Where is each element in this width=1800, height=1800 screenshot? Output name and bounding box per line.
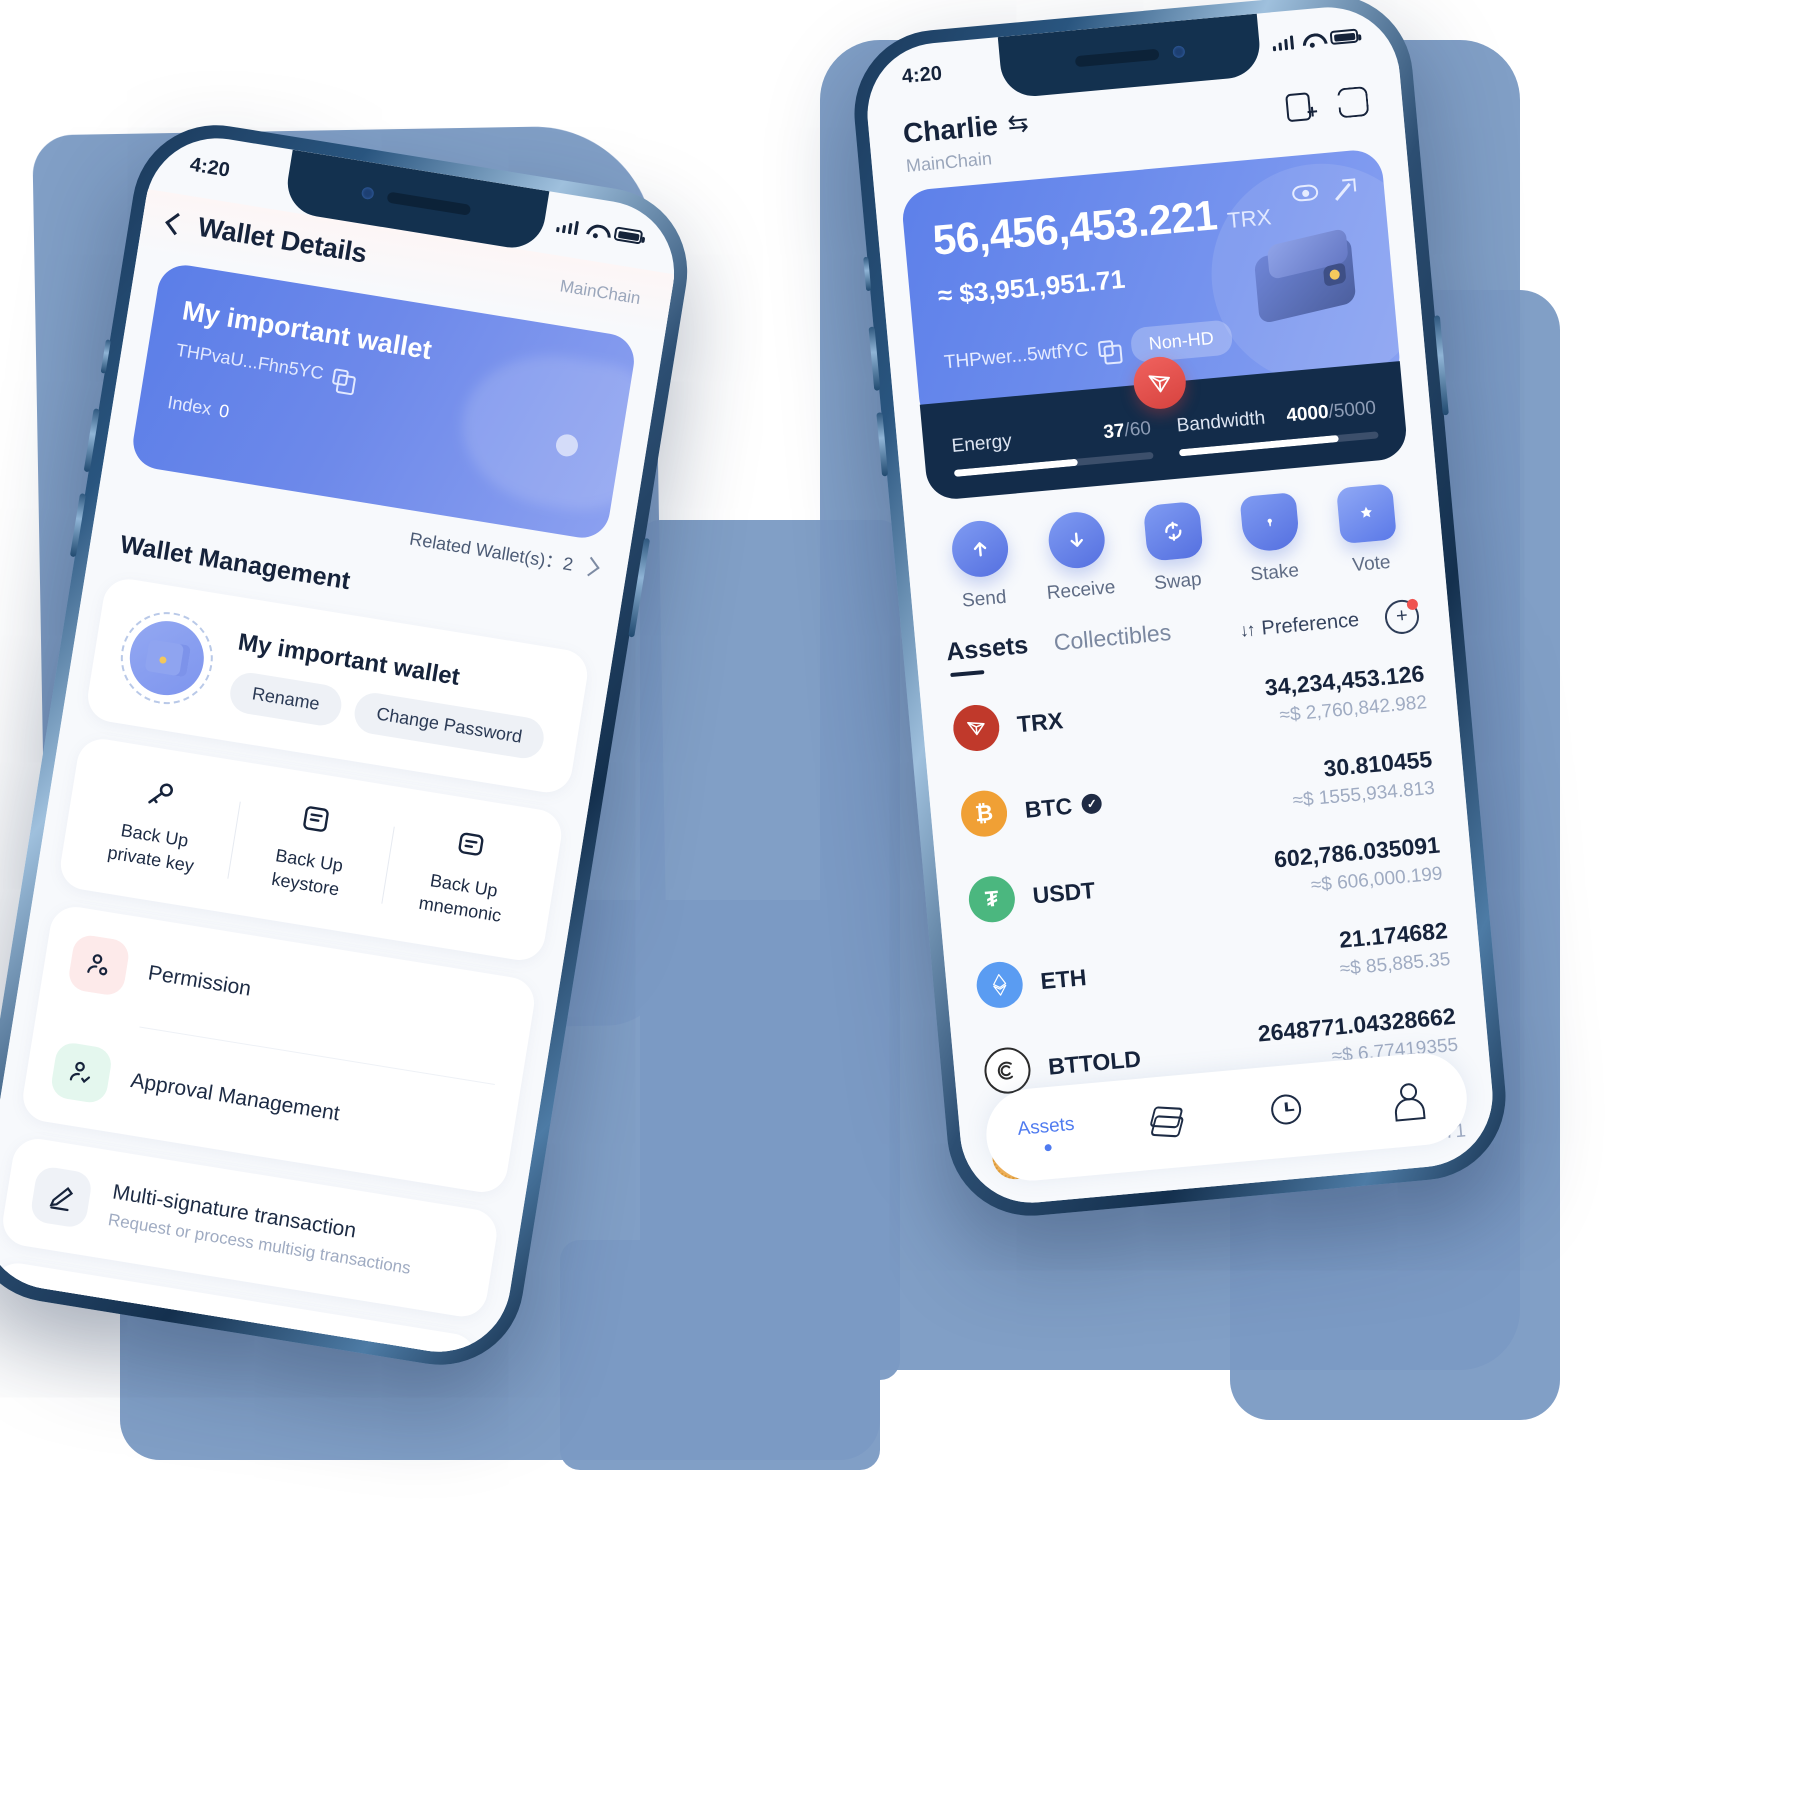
asset-symbol: ETH [1039, 963, 1088, 994]
action-label: Send [961, 586, 1008, 612]
action-swap[interactable]: Swap [1122, 499, 1227, 597]
status-time: 4:20 [900, 61, 943, 88]
trx-coin-icon [951, 702, 1002, 753]
permission-user-icon [66, 932, 132, 997]
action-vote[interactable]: Vote [1316, 481, 1421, 579]
status-badge: Non-HD [1129, 319, 1234, 364]
arrow-right-icon [580, 556, 600, 577]
approval-user-check-icon [49, 1040, 114, 1105]
backup-private-key-button[interactable]: Back Up private key [71, 763, 241, 884]
balance-amount: 56,456,453.221 [930, 191, 1219, 264]
resource-label: Energy [950, 430, 1013, 457]
menu-item-label: Permission [146, 960, 253, 1001]
ticket-star-icon [1336, 483, 1398, 545]
swap-circle-icon [1142, 500, 1204, 562]
asset-symbol: BTTOLD [1047, 1044, 1142, 1080]
backup-mnemonic-button[interactable]: Back Up mnemonic [381, 813, 551, 934]
keystore-file-icon [242, 789, 391, 850]
swap-accounts-icon[interactable]: ⇆ [1006, 108, 1030, 140]
resource-used: 4000 [1285, 401, 1330, 427]
account-name[interactable]: Charlie [902, 110, 999, 150]
arrow-up-right-icon[interactable] [1335, 178, 1357, 200]
wallet-avatar[interactable] [114, 605, 220, 711]
chain-label: MainChain [558, 275, 642, 308]
asset-usd: ≈$ 85,885.35 [1338, 949, 1452, 980]
sort-arrows-icon: ↓↑ [1238, 619, 1255, 641]
asset-symbol: USDT [1031, 876, 1097, 908]
shield-lock-icon [1239, 492, 1301, 553]
resource-progress [1178, 431, 1379, 457]
action-label: Vote [1351, 551, 1392, 577]
wallet-address: THPvaU...Fhn5YC [174, 339, 325, 384]
chevron-left-icon[interactable] [165, 212, 188, 235]
link-icon [9, 1288, 74, 1354]
action-receive[interactable]: Receive [1026, 508, 1131, 606]
status-time: 4:20 [188, 153, 232, 182]
phone-wallet-home: 4:20 Charlie ⇆ MainChain + 56,456,453.22… [847, 0, 1513, 1223]
resource-total: 60 [1128, 417, 1152, 441]
action-label: Stake [1249, 560, 1300, 586]
wallet-address: THPwer...5wtfYC [943, 338, 1090, 373]
action-label: Receive [1045, 576, 1117, 604]
arrow-down-icon [1046, 509, 1107, 571]
chain-label: MainChain [905, 148, 993, 176]
backup-keystore-button[interactable]: Back Up keystore [226, 788, 396, 909]
resource-label: Bandwidth [1175, 407, 1267, 437]
active-dot [1044, 1143, 1052, 1152]
background-shape [560, 1240, 880, 1470]
eth-coin-icon [974, 959, 1025, 1010]
resource-used: 37 [1102, 420, 1126, 444]
rename-button[interactable]: Rename [227, 669, 345, 728]
wallet-address-row[interactable]: THPwer...5wtfYC [943, 337, 1114, 374]
index-label: Index [166, 392, 213, 419]
asset-amount: 21.174682 [1338, 917, 1449, 953]
arrow-up-icon [949, 518, 1011, 580]
battery-icon [613, 226, 644, 245]
preference-label: Preference [1260, 608, 1361, 640]
action-label: Swap [1153, 568, 1203, 595]
wifi-icon [1302, 32, 1322, 48]
resource-progress [953, 451, 1154, 477]
add-token-icon[interactable]: + [1383, 597, 1421, 635]
btc-coin-icon: ₿ [959, 788, 1010, 839]
resource-bandwidth: Bandwidth 4000/5000 [1175, 397, 1379, 457]
tabbar-item-assets[interactable]: Assets [985, 1110, 1108, 1156]
pencil-icon [29, 1164, 94, 1229]
copy-icon[interactable] [331, 367, 350, 386]
index-value: 0 [217, 400, 231, 422]
asset-symbol: TRX [1015, 706, 1065, 737]
add-wallet-icon[interactable] [1285, 89, 1318, 122]
resource-energy: Energy 37/60 [951, 418, 1154, 477]
tab-assets[interactable]: Assets [945, 631, 1030, 677]
menu-item-label: Approval Management [129, 1068, 342, 1125]
key-icon [87, 764, 236, 825]
scan-qr-icon[interactable] [1337, 84, 1370, 117]
copy-icon[interactable] [1097, 339, 1114, 357]
wifi-icon [586, 222, 607, 239]
screenshot-stage: 4:20 Wallet Details MainChain My importa… [0, 0, 1800, 1800]
clock-icon [1270, 1092, 1303, 1126]
usdt-coin-icon: ₮ [966, 874, 1017, 925]
cellular-bars-icon [555, 216, 580, 235]
verified-badge-icon: ✓ [1081, 792, 1103, 815]
layers-icon [1150, 1106, 1182, 1135]
action-stake[interactable]: Stake [1219, 490, 1324, 588]
preference-button[interactable]: ↓↑ Preference [1239, 609, 1360, 643]
tabbar-item-history[interactable] [1225, 1089, 1348, 1135]
resource-total: 5000 [1332, 397, 1377, 423]
person-icon [1391, 1082, 1422, 1114]
action-send[interactable]: Send [929, 517, 1034, 615]
tabbar-item-discover[interactable] [1105, 1101, 1228, 1143]
asset-symbol: BTC [1023, 792, 1074, 823]
battery-icon [1329, 28, 1359, 46]
wallet-3d-icon [1248, 227, 1365, 325]
cellular-bars-icon [1271, 34, 1295, 51]
mnemonic-note-icon [396, 814, 545, 875]
wallet-home-screen: Charlie ⇆ MainChain 56,456,453.221 [866, 62, 1499, 1209]
tabbar-label: Assets [1016, 1113, 1076, 1140]
tabbar-item-profile[interactable] [1345, 1078, 1468, 1124]
